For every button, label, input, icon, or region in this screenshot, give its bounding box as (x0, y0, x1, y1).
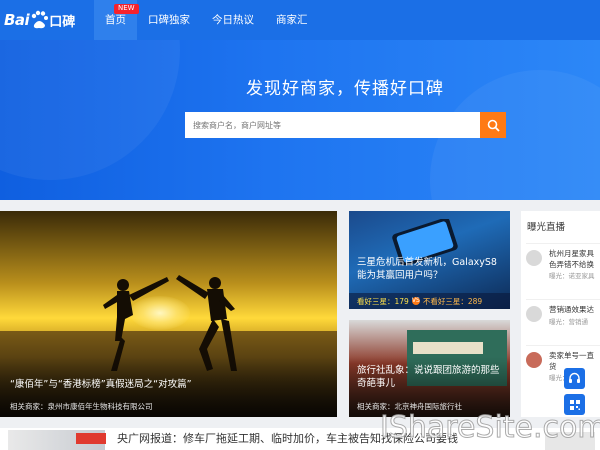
storefront-sign (413, 342, 483, 354)
nav-merchants-label: 商家汇 (276, 14, 308, 26)
merchant-search-box (185, 112, 480, 138)
hero-decoration (0, 40, 180, 180)
travel-story-card[interactable]: 旅行社乱象：说说跟团旅游的那些 奇葩事儿 相关商家：北京神舟国际旅行社 (349, 320, 510, 417)
nav-exclusive-label: 口碑独家 (148, 14, 190, 26)
search-button[interactable] (480, 112, 506, 138)
exposure-live-title: 曝光直播 (527, 222, 566, 233)
feature-story-card[interactable]: “康佰年”与“香港标榜”真假迷局之“对攻篇” 相关商家：泉州市康佰年生物科技有限… (0, 211, 337, 417)
nav-home-label: 首页 (105, 14, 126, 26)
hero-banner: 发现好商家，传播好口碑 (0, 40, 600, 200)
vote-bar: 看好三星：179 VS 不看好三星：289 (349, 293, 510, 309)
merchant-search-input[interactable] (185, 112, 480, 138)
vote-good[interactable]: 看好三星：179 (357, 296, 409, 307)
hero-title: 发现好商家，传播好口碑 (246, 79, 444, 99)
samsung-story-title-line1: 三星危机后首发新机，GalaxyS8 (357, 257, 497, 268)
nav-hot-topics-label: 今日热议 (212, 14, 254, 26)
news-thumbnail[interactable] (8, 430, 106, 450)
paw-logo-icon (32, 10, 49, 29)
live-item-target: 曝光：诺亚家具 (549, 272, 595, 280)
nav-hot-topics[interactable]: 今日热议 (201, 0, 265, 40)
baidu-koubei-logo[interactable]: Bai 口碑 (4, 6, 75, 34)
live-item-title: 营销通效果达 (549, 305, 594, 314)
live-item-title: 卖家单号一直 (549, 351, 594, 360)
travel-story-title-line2: 奇葩事儿 (357, 378, 396, 389)
feature-story-title: “康佰年”与“香港标榜”真假迷局之“对攻篇” (10, 379, 192, 390)
feature-story-merchant: 相关商家：泉州市康佰年生物科技有限公司 (10, 402, 153, 411)
customer-service-button[interactable] (564, 368, 585, 389)
search-icon (487, 119, 500, 132)
samsung-story-card[interactable]: 三星危机后首发新机，GalaxyS8 能为其赢回用户吗？ 看好三星：179 VS… (349, 211, 510, 309)
travel-story-title-line1: 旅行社乱象：说说跟团旅游的那些 (357, 365, 500, 376)
nav-merchants[interactable]: 商家汇 (265, 0, 319, 40)
nav-exclusive[interactable]: 口碑独家 (137, 0, 201, 40)
live-item[interactable]: 卖家单号一直 货 曝光：淘宝 (526, 345, 600, 389)
user-avatar (526, 250, 542, 266)
new-badge: NEW (114, 4, 139, 14)
samsung-story-title-line2: 能为其赢回用户吗？ (357, 270, 443, 281)
live-item[interactable]: 营销通效果达 曝光：营销通 (526, 299, 600, 343)
user-avatar (526, 306, 542, 322)
live-item[interactable]: 杭州月星家具 色弄错不给换 曝光：诺亚家具 (526, 243, 600, 287)
logo-text-bai: Bai (4, 11, 30, 29)
qr-code-icon (569, 399, 580, 410)
main-nav: NEW 首页 口碑独家 今日热议 商家汇 (94, 0, 319, 40)
logo-text-koubei: 口碑 (49, 14, 76, 30)
user-avatar (526, 352, 542, 368)
top-navbar: Bai 口碑 NEW 首页 口碑独家 今日热议 商家汇 (0, 0, 600, 40)
thumbnail-badge (76, 433, 106, 444)
exposure-live-panel: 曝光直播 杭州月星家具 色弄错不给换 曝光：诺亚家具 营销通效果达 曝光：营销通… (521, 211, 600, 417)
live-item-title-cont: 色弄错不给换 (549, 260, 594, 269)
vs-badge: VS (411, 297, 420, 305)
vote-bad[interactable]: 不看好三星：289 (423, 296, 482, 307)
nav-home[interactable]: NEW 首页 (94, 0, 139, 40)
site-watermark: IShareSite.com (380, 410, 600, 446)
headset-icon (569, 372, 580, 383)
live-item-target: 曝光：营销通 (549, 318, 588, 326)
live-item-title-cont: 货 (549, 362, 557, 371)
live-item-title: 杭州月星家具 (549, 249, 594, 258)
